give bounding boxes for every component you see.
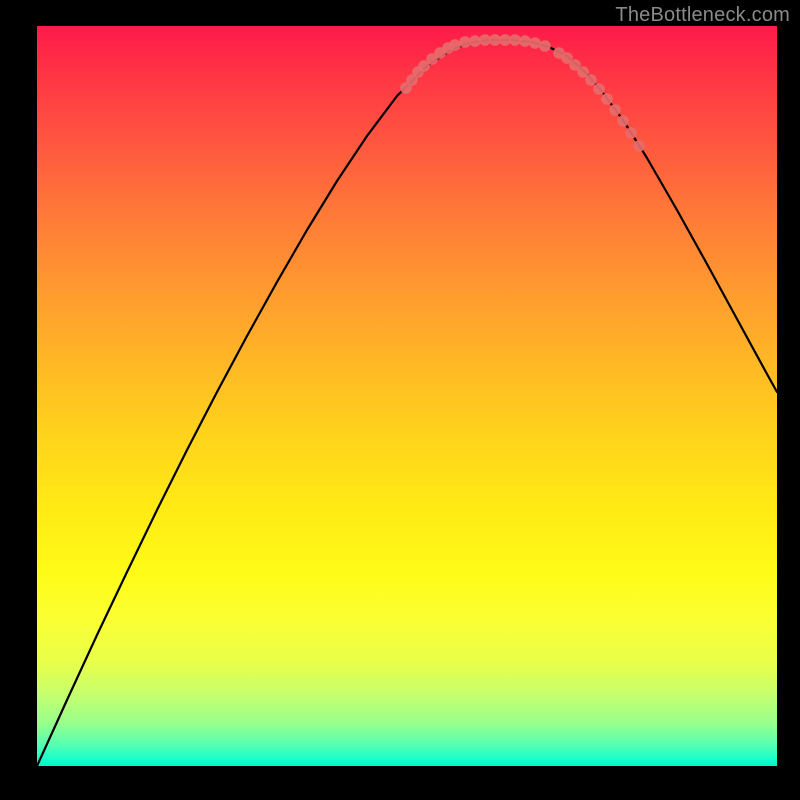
plot-area [37,26,777,766]
marker-points [400,34,645,152]
watermark-text: TheBottleneck.com [615,4,790,27]
curve-svg [37,26,777,766]
chart-frame: TheBottleneck.com [0,0,800,800]
curve-line [37,40,777,766]
